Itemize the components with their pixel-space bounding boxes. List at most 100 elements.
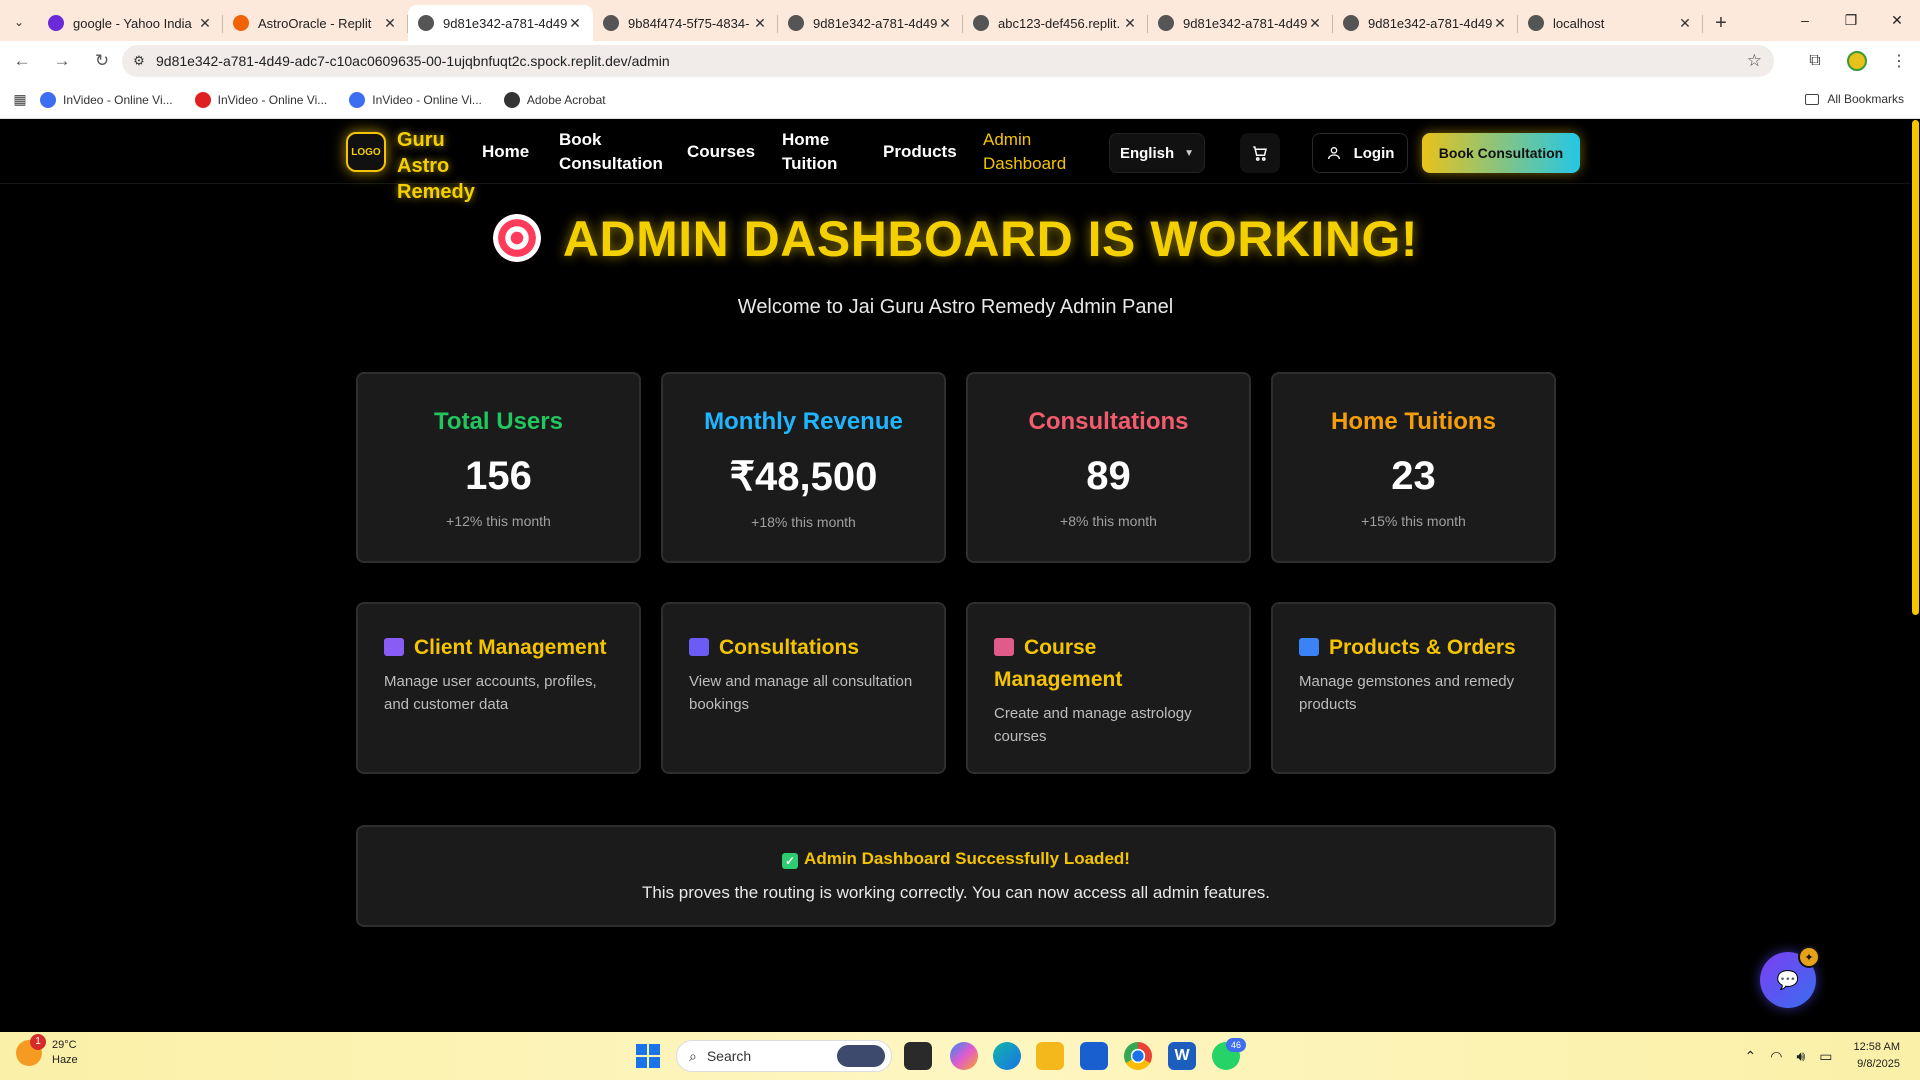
tab-close-icon[interactable]: ✕	[567, 15, 583, 32]
volume-icon[interactable]: 🔊︎	[1796, 1048, 1805, 1065]
clock-time: 12:58 AM	[1853, 1041, 1900, 1053]
stat-value: ₹48,500	[729, 455, 878, 499]
nav-products[interactable]: Products	[883, 140, 957, 164]
wifi-icon[interactable]: ◠	[1770, 1048, 1782, 1065]
people-icon	[384, 638, 404, 656]
nav-admin-dashboard[interactable]: Admin Dashboard	[983, 128, 1073, 176]
taskbar-search[interactable]: ⌕ Search	[676, 1040, 892, 1072]
browser-tab[interactable]: 9d81e342-a781-4d49 ✕	[408, 5, 593, 41]
windows-start-icon[interactable]	[636, 1044, 660, 1068]
browser-tab[interactable]: 9d81e342-a781-4d49 ✕	[1148, 5, 1333, 41]
minimize-button[interactable]: –	[1782, 0, 1828, 40]
bookmark-label: InVideo - Online Vi...	[372, 92, 482, 107]
search-icon: ⌕	[689, 1047, 697, 1064]
bookmark-star-icon[interactable]: ☆	[1747, 51, 1762, 71]
url-text[interactable]: 9d81e342-a781-4d49-adc7-c10ac0609635-00-…	[156, 53, 670, 69]
tab-favicon-icon	[233, 15, 249, 31]
forward-button[interactable]: →	[44, 43, 80, 79]
tab-close-icon[interactable]: ✕	[1677, 15, 1693, 32]
page-title-text: ADMIN DASHBOARD IS WORKING!	[562, 211, 1419, 267]
stat-label: Consultations	[1028, 408, 1189, 435]
clock[interactable]: 12:58 AM 9/8/2025	[1854, 1039, 1900, 1073]
brand-name[interactable]: Guru Astro Remedy	[397, 127, 487, 205]
feature-card[interactable]: Consultations View and manage all consult…	[661, 602, 946, 774]
apps-grid-icon[interactable]: ▦	[0, 91, 40, 108]
stat-delta: +15% this month	[1361, 513, 1466, 529]
whatsapp-badge: 46	[1226, 1038, 1246, 1052]
tab-close-icon[interactable]: ✕	[1492, 15, 1508, 32]
tab-title: 9d81e342-a781-4d49	[443, 15, 567, 31]
weather-temp: 29°C	[52, 1039, 77, 1051]
tab-close-icon[interactable]: ✕	[382, 15, 398, 32]
browser-tab[interactable]: google - Yahoo India ✕	[38, 5, 223, 41]
nav-courses[interactable]: Courses	[687, 140, 755, 164]
microsoft-store-icon[interactable]	[1080, 1042, 1108, 1070]
site-logo[interactable]: LOGO	[346, 132, 386, 172]
site-info-icon[interactable]: ⚙	[122, 53, 156, 69]
nav-home[interactable]: Home	[482, 140, 529, 164]
battery-icon[interactable]: ▭	[1819, 1048, 1832, 1065]
copilot-icon[interactable]	[950, 1042, 978, 1070]
file-explorer-icon[interactable]	[1036, 1042, 1064, 1070]
reload-button[interactable]: ↻	[84, 43, 120, 79]
cart-button[interactable]	[1240, 133, 1280, 173]
chat-button[interactable]: 💬 ✦	[1760, 946, 1820, 1008]
bookmark-item[interactable]: InVideo - Online Vi...	[40, 91, 173, 108]
language-select[interactable]: English ▼	[1109, 133, 1205, 173]
bookmark-favicon-icon	[194, 91, 211, 108]
back-button[interactable]: ←	[4, 43, 40, 79]
edge-icon[interactable]	[993, 1042, 1021, 1070]
weather-widget[interactable]: 1 29°C Haze	[16, 1034, 78, 1068]
feature-card[interactable]: Course Management Create and manage astro…	[966, 602, 1251, 774]
browser-tab[interactable]: 9d81e342-a781-4d49 ✕	[1333, 5, 1518, 41]
tab-close-icon[interactable]: ✕	[1122, 15, 1138, 32]
scrollbar-thumb[interactable]	[1912, 120, 1919, 615]
feature-title-row: Consultations	[689, 632, 918, 664]
browser-tab[interactable]: 9d81e342-a781-4d49 ✕	[778, 5, 963, 41]
bookmark-item[interactable]: Adobe Acrobat	[503, 91, 606, 108]
tab-close-icon[interactable]: ✕	[752, 15, 768, 32]
browser-tab[interactable]: abc123-def456.replit. ✕	[963, 5, 1148, 41]
tab-favicon-icon	[1343, 15, 1359, 31]
browser-tab[interactable]: AstroOracle - Replit ✕	[223, 5, 408, 41]
weather-badge: 1	[30, 1034, 46, 1050]
profile-avatar[interactable]	[1836, 51, 1878, 71]
nav-home-tuition[interactable]: Home Tuition	[782, 128, 842, 176]
word-icon[interactable]: W	[1168, 1042, 1196, 1070]
tab-search-chevron-icon[interactable]: ⌄	[0, 3, 38, 41]
feature-description: View and manage all consultation booking…	[689, 673, 913, 713]
tab-favicon-icon	[603, 15, 619, 31]
bookmark-item[interactable]: InVideo - Online Vi...	[349, 91, 482, 108]
all-bookmarks-button[interactable]: All Bookmarks	[1805, 92, 1904, 106]
bookmark-item[interactable]: InVideo - Online Vi...	[194, 91, 327, 108]
feature-title-row: Client Management	[384, 632, 613, 664]
feature-card[interactable]: Client Management Manage user accounts, p…	[356, 602, 641, 774]
chrome-icon[interactable]	[1124, 1042, 1152, 1070]
browser-tab-bar: ⌄ google - Yahoo India ✕ AstroOracle - Rep…	[0, 0, 1920, 41]
feature-card[interactable]: Products & Orders Manage gemstones and re…	[1271, 602, 1556, 774]
tab-close-icon[interactable]: ✕	[937, 15, 953, 32]
tab-favicon-icon	[418, 15, 434, 31]
extensions-icon[interactable]: ⧉	[1794, 52, 1836, 70]
address-bar: ← → ↻ ⚙ 9d81e342-a781-4d49-adc7-c10ac060…	[0, 41, 1920, 81]
omnibox[interactable]: ⚙ 9d81e342-a781-4d49-adc7-c10ac0609635-0…	[122, 45, 1774, 77]
feature-description: Create and manage astrology courses	[994, 705, 1192, 745]
tab-close-icon[interactable]: ✕	[1307, 15, 1323, 32]
restore-button[interactable]: ❐	[1828, 0, 1874, 40]
browser-tab[interactable]: 9b84f474-5f75-4834- ✕	[593, 5, 778, 41]
language-value: English	[1119, 144, 1175, 162]
page-scrollbar[interactable]	[1911, 120, 1920, 1032]
success-title-text: Admin Dashboard Successfully Loaded!	[804, 849, 1130, 868]
login-button[interactable]: Login	[1312, 133, 1408, 173]
close-window-button[interactable]: ✕	[1874, 0, 1920, 40]
page-title: ADMIN DASHBOARD IS WORKING!	[0, 210, 1911, 268]
task-view-icon[interactable]	[904, 1042, 932, 1070]
book-consultation-button[interactable]: Book Consultation	[1422, 133, 1580, 173]
chevron-up-icon[interactable]: ⌃	[1745, 1048, 1757, 1065]
browser-menu-icon[interactable]: ⋮	[1878, 51, 1920, 71]
browser-tab[interactable]: localhost ✕	[1518, 5, 1703, 41]
nav-book-consultation[interactable]: Book Consultation	[559, 128, 663, 176]
system-tray: ⌃ ◠ 🔊︎ ▭ 12:58 AM 9/8/2025	[1738, 1032, 1901, 1080]
new-tab-button[interactable]: +	[1703, 5, 1739, 41]
tab-close-icon[interactable]: ✕	[197, 15, 213, 32]
